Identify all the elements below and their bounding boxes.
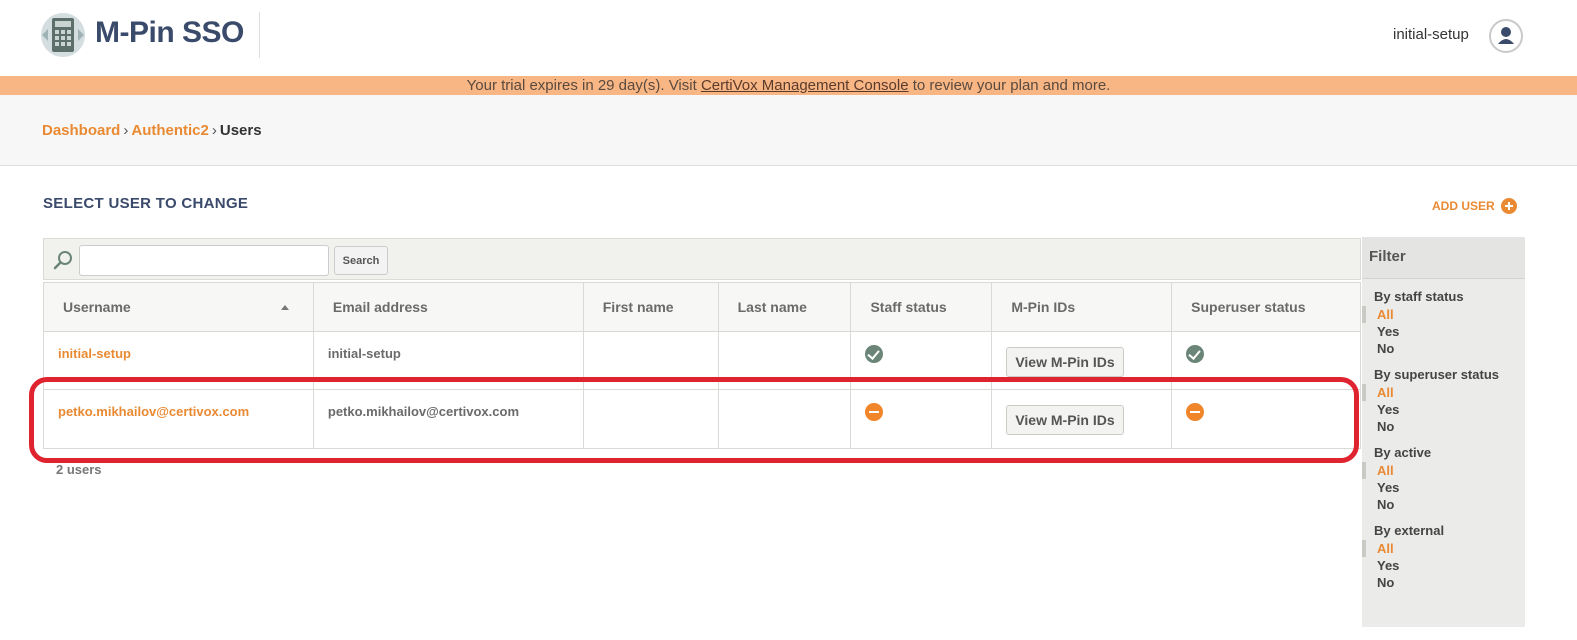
brand-name: M-Pin SSO — [95, 16, 244, 49]
user-link[interactable]: initial-setup — [58, 346, 131, 361]
search-input[interactable] — [79, 245, 329, 276]
cell-first-name — [582, 331, 719, 390]
filter-group-staff-status: By staff status All Yes No — [1362, 289, 1525, 357]
cell-email: petko.mikhailov@certivox.com — [312, 389, 584, 449]
filter-option-all[interactable]: All — [1362, 306, 1525, 323]
table-row: petko.mikhailov@certivox.com petko.mikha… — [43, 389, 1361, 449]
check-circle-icon — [1186, 345, 1205, 363]
breadcrumb-bar: Dashboard › Authentic2 › Users — [0, 95, 1577, 166]
filter-heading: By active — [1374, 445, 1432, 460]
column-header-superuser-status[interactable]: Superuser status — [1171, 282, 1361, 332]
app-header: M-Pin SSO initial-setup — [0, 0, 1577, 76]
filter-option-all[interactable]: All — [1362, 540, 1525, 557]
cell-username: petko.mikhailov@certivox.com — [43, 389, 314, 449]
filter-option-yes[interactable]: Yes — [1362, 479, 1525, 496]
breadcrumb-dashboard[interactable]: Dashboard — [42, 122, 120, 139]
breadcrumb-separator: › — [123, 122, 129, 139]
add-user-label: ADD USER — [1432, 199, 1495, 213]
view-mpin-ids-button[interactable]: View M-Pin IDs — [1006, 405, 1124, 435]
user-icon — [1498, 27, 1514, 44]
column-header-email[interactable]: Email address — [312, 282, 584, 332]
calculator-logo-icon — [41, 13, 85, 57]
sort-ascending-icon — [280, 305, 289, 310]
breadcrumb-current: Users — [219, 122, 262, 139]
filter-group-active: By active All Yes No — [1362, 445, 1525, 513]
banner-text-before: Your trial expires in 29 day(s). Visit — [466, 77, 701, 94]
filter-option-no[interactable]: No — [1362, 496, 1525, 513]
column-header-first-name[interactable]: First name — [582, 282, 719, 332]
filter-option-yes[interactable]: Yes — [1362, 557, 1525, 574]
cell-staff-status — [850, 331, 993, 390]
search-toolbar: Search — [43, 238, 1361, 280]
breadcrumb: Dashboard › Authentic2 › Users — [42, 122, 262, 139]
column-header-last-name[interactable]: Last name — [717, 282, 852, 332]
filter-heading: By staff status — [1374, 289, 1464, 304]
breadcrumb-separator: › — [211, 122, 217, 139]
plus-circle-icon — [1500, 198, 1517, 214]
minus-circle-icon — [1186, 403, 1205, 421]
filter-group-external: By external All Yes No — [1362, 523, 1525, 591]
filter-option-yes[interactable]: Yes — [1362, 401, 1525, 418]
view-mpin-ids-button[interactable]: View M-Pin IDs — [1006, 347, 1124, 377]
column-header-staff-status[interactable]: Staff status — [850, 282, 993, 332]
filter-heading: By external — [1374, 523, 1445, 538]
filter-option-no[interactable]: No — [1362, 418, 1525, 435]
cell-last-name — [717, 389, 852, 449]
table-row: initial-setup initial-setup View M-Pin I… — [43, 331, 1361, 390]
search-button[interactable]: Search — [334, 246, 388, 275]
cell-superuser-status — [1171, 331, 1361, 390]
cell-last-name — [717, 331, 852, 390]
table-header-row: Username Email address First name Last n… — [43, 282, 1361, 332]
check-circle-icon — [865, 345, 884, 363]
filter-option-no[interactable]: No — [1362, 574, 1525, 591]
filter-option-yes[interactable]: Yes — [1362, 323, 1525, 340]
result-count: 2 users — [56, 462, 102, 477]
cell-superuser-status — [1171, 389, 1361, 449]
cell-staff-status — [850, 389, 993, 449]
banner-text-after: to review your plan and more. — [908, 77, 1111, 94]
header-divider — [259, 12, 260, 58]
cell-mpin-ids: View M-Pin IDs — [991, 331, 1173, 390]
search-icon — [53, 251, 72, 270]
cell-mpin-ids: View M-Pin IDs — [991, 389, 1173, 449]
column-label: Username — [63, 299, 131, 315]
management-console-link[interactable]: CertiVox Management Console — [701, 77, 909, 94]
page-title: SELECT USER TO CHANGE — [43, 195, 249, 212]
filter-panel: Filter By staff status All Yes No By sup… — [1362, 237, 1525, 627]
column-header-mpin-ids: M-Pin IDs — [991, 282, 1173, 332]
add-user-button[interactable]: ADD USER — [1432, 198, 1517, 214]
breadcrumb-authentic2[interactable]: Authentic2 — [131, 122, 209, 139]
filter-option-all[interactable]: All — [1362, 384, 1525, 401]
cell-username: initial-setup — [43, 331, 314, 390]
filter-option-no[interactable]: No — [1362, 340, 1525, 357]
minus-circle-icon — [865, 403, 884, 421]
filter-option-all[interactable]: All — [1362, 462, 1525, 479]
users-table: Username Email address First name Last n… — [43, 282, 1361, 449]
user-link[interactable]: petko.mikhailov@certivox.com — [58, 404, 249, 419]
cell-email: initial-setup — [312, 331, 584, 390]
column-header-username[interactable]: Username — [43, 282, 314, 332]
user-avatar[interactable] — [1489, 19, 1523, 53]
filter-group-superuser-status: By superuser status All Yes No — [1362, 367, 1525, 435]
filter-heading: By superuser status — [1374, 367, 1499, 382]
current-username[interactable]: initial-setup — [1393, 26, 1469, 43]
trial-banner: Your trial expires in 29 day(s). Visit C… — [0, 76, 1577, 95]
cell-first-name — [582, 389, 719, 449]
filter-title: Filter — [1362, 237, 1525, 279]
